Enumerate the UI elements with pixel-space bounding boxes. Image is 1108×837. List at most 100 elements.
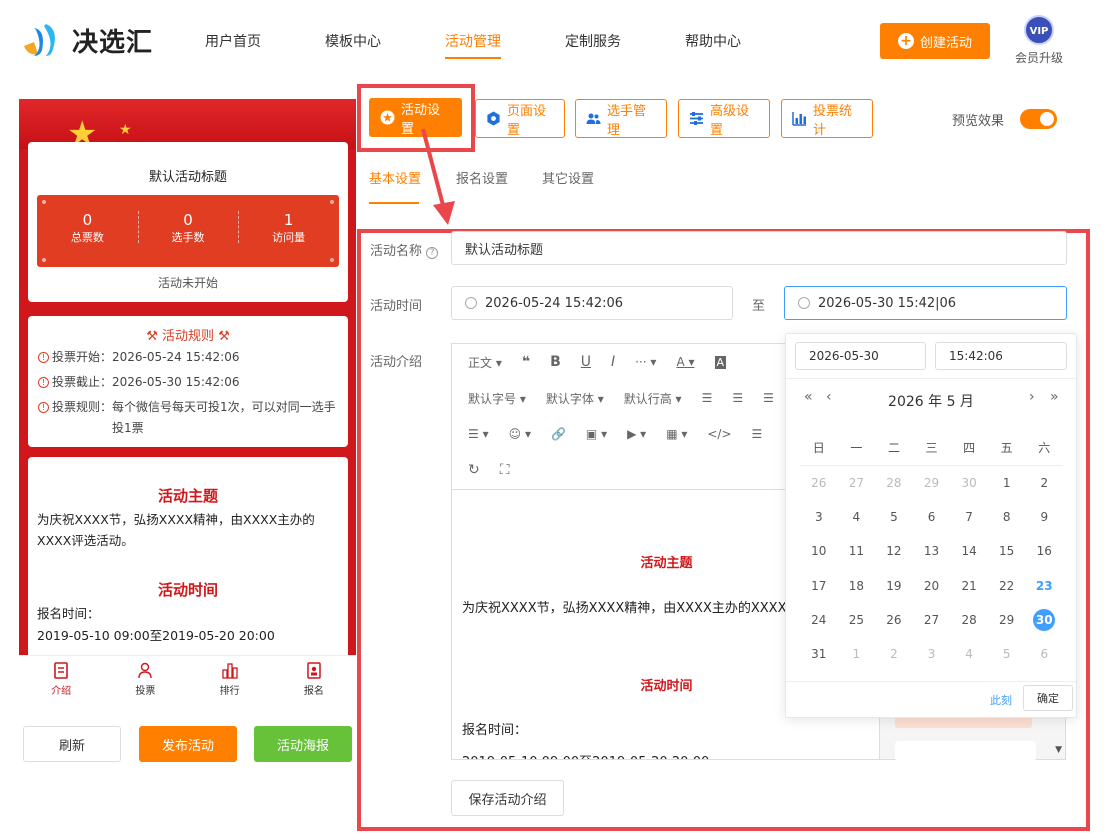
picker-time-input[interactable]: 15:42:06 [935,342,1067,370]
font-color-icon[interactable]: A ▾ [676,355,694,369]
calendar-day[interactable]: 6 [1025,647,1063,661]
calendar-day[interactable]: 12 [875,544,913,558]
calendar-day[interactable]: 2 [1025,476,1063,490]
create-activity-button[interactable]: + 创建活动 [880,23,990,59]
calendar-day[interactable]: 31 [800,647,838,661]
align-icon[interactable]: ☰ [763,391,774,405]
calendar-day[interactable]: 17 [800,579,838,593]
calendar-day[interactable]: 28 [875,476,913,490]
underline-icon[interactable]: U [581,354,591,370]
calendar-day[interactable]: 1 [838,647,876,661]
calendar-day[interactable]: 16 [1025,544,1063,558]
subtab-signup[interactable]: 报名设置 [456,168,508,187]
code-icon[interactable]: </> [707,427,731,441]
calendar-day[interactable]: 10 [800,544,838,558]
line-height-select[interactable]: 默认行高 ▾ [624,390,682,407]
calendar-day[interactable]: 18 [838,579,876,593]
activity-name-input[interactable]: 默认活动标题 [451,231,1067,265]
calendar-day[interactable]: 19 [875,579,913,593]
fullscreen-icon[interactable]: ⛶ [500,462,510,478]
next-year-icon[interactable]: » [1050,389,1059,405]
video-icon[interactable]: ▶ ▾ [627,427,646,441]
template-thumbnail[interactable] [895,741,1036,761]
calendar-day[interactable]: 7 [950,510,988,524]
tab-vote[interactable]: 投票 [103,656,187,703]
calendar-day[interactable]: 15 [988,544,1026,558]
vip-upgrade[interactable]: VIP 会员升级 [1012,15,1066,66]
calendar-day[interactable]: 23 [1025,579,1063,593]
quote-icon[interactable]: ❝ [522,354,530,370]
now-button[interactable]: 此刻 [990,692,1012,708]
calendar-day[interactable]: 26 [875,613,913,627]
subtab-basic[interactable]: 基本设置 [369,168,421,187]
publish-button[interactable]: 发布活动 [139,726,237,762]
divider-icon[interactable]: ☰ [752,427,763,441]
italic-icon[interactable]: I [611,354,615,370]
calendar-day[interactable]: 5 [988,647,1026,661]
bold-icon[interactable]: B [550,354,561,370]
emoji-icon[interactable]: ☺ ▾ [509,427,531,441]
calendar-day[interactable]: 1 [988,476,1026,490]
calendar-day[interactable]: 30 [950,476,988,490]
calendar-day[interactable]: 21 [950,579,988,593]
calendar-day[interactable]: 28 [950,613,988,627]
redo-icon[interactable]: ↻ [468,462,480,478]
preview-toggle[interactable] [1020,109,1057,129]
refresh-button[interactable]: 刷新 [23,726,121,762]
calendar-day[interactable]: 8 [988,510,1026,524]
end-time-input[interactable]: 2026-05-30 15:42|06 [784,286,1067,320]
paragraph-format-select[interactable]: 正文 ▾ [468,354,502,371]
calendar-day[interactable]: 20 [913,579,951,593]
calendar-day[interactable]: 27 [838,476,876,490]
nav-templates[interactable]: 模板中心 [325,31,381,59]
calendar-day[interactable]: 14 [950,544,988,558]
nav-custom-service[interactable]: 定制服务 [565,31,621,59]
subtab-other[interactable]: 其它设置 [542,168,594,187]
vote-statistics-button[interactable]: 投票统计 [781,99,873,138]
indent-icon[interactable]: ☰ ▾ [468,427,489,441]
calendar-day[interactable]: 11 [838,544,876,558]
calendar-day[interactable]: 6 [913,510,951,524]
calendar-day[interactable]: 29 [913,476,951,490]
help-icon[interactable]: ? [426,247,439,259]
font-family-select[interactable]: 默认字体 ▾ [546,390,604,407]
picker-date-input[interactable]: 2026-05-30 [795,342,926,370]
bullet-list-icon[interactable]: ☰ [702,391,713,405]
nav-help[interactable]: 帮助中心 [685,31,741,59]
save-intro-button[interactable]: 保存活动介绍 [451,780,564,816]
calendar-day[interactable]: 4 [838,510,876,524]
image-icon[interactable]: ▣ ▾ [586,427,607,441]
tab-intro[interactable]: 介绍 [19,656,103,703]
more-icon[interactable]: ··· ▾ [635,355,656,369]
start-time-input[interactable]: 2026-05-24 15:42:06 [451,286,733,320]
font-size-select[interactable]: 默认字号 ▾ [468,390,526,407]
link-icon[interactable]: 🔗 [551,427,566,441]
calendar-day[interactable]: 3 [913,647,951,661]
poster-button[interactable]: 活动海报 [254,726,352,762]
brand-logo[interactable]: 决选汇 [20,20,153,60]
calendar-day[interactable]: 25 [838,613,876,627]
background-color-icon[interactable]: A [714,355,727,369]
tab-rank[interactable]: 排行 [188,656,272,703]
confirm-button[interactable]: 确定 [1023,685,1073,711]
calendar-day[interactable]: 29 [988,613,1026,627]
contestant-management-button[interactable]: 选手管理 [575,99,667,138]
numbered-list-icon[interactable]: ☰ [732,391,743,405]
calendar-day[interactable]: 3 [800,510,838,524]
calendar-day[interactable]: 9 [1025,510,1063,524]
nav-home[interactable]: 用户首页 [205,31,261,59]
nav-activity-management[interactable]: 活动管理 [445,31,501,59]
calendar-day[interactable]: 26 [800,476,838,490]
calendar-day[interactable]: 13 [913,544,951,558]
scroll-down-icon[interactable]: ▼ [1055,745,1062,755]
calendar-day[interactable]: 22 [988,579,1026,593]
calendar-day[interactable]: 24 [800,613,838,627]
table-icon[interactable]: ▦ ▾ [666,427,687,441]
page-settings-button[interactable]: 页面设置 [475,99,565,138]
advanced-settings-button[interactable]: 高级设置 [678,99,770,138]
calendar-day[interactable]: 5 [875,510,913,524]
tab-signup[interactable]: 报名 [272,656,356,703]
calendar-day[interactable]: 30 [1025,608,1063,631]
calendar-day[interactable]: 27 [913,613,951,627]
calendar-day[interactable]: 2 [875,647,913,661]
